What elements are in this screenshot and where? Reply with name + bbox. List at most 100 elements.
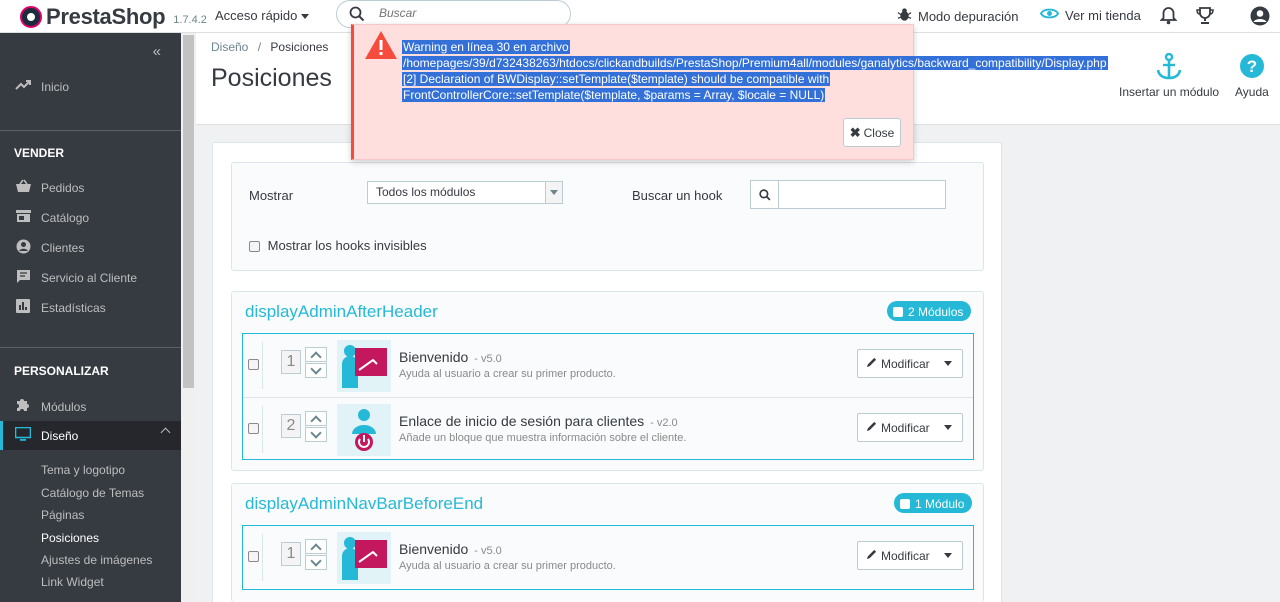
breadcrumb-current: Posiciones (270, 40, 329, 54)
module-filter-select[interactable]: Todos los módulos (367, 181, 563, 204)
collapse-sidebar-icon[interactable]: « (153, 43, 161, 60)
sidebar-item-catalog[interactable]: Catálogo (14, 209, 89, 226)
module-checkbox[interactable] (248, 423, 259, 434)
sidebar-item-label: Inicio (41, 79, 70, 94)
user-icon[interactable] (1250, 6, 1270, 29)
bar-chart-icon (14, 299, 32, 316)
hook-title[interactable]: displayAdminNavBarBeforeEnd (245, 494, 483, 514)
hook-search-field[interactable] (750, 180, 946, 209)
sidebar-item-home[interactable]: Inicio (14, 79, 69, 94)
sidebar-item-label: Clientes (41, 241, 85, 255)
eye-icon (1039, 7, 1060, 23)
hook-search-input[interactable] (783, 186, 933, 201)
search-hook-label: Buscar un hook (632, 188, 723, 203)
move-down-button[interactable] (305, 555, 327, 570)
modify-label: Modificar (881, 356, 930, 371)
show-label: Mostrar (249, 188, 294, 203)
caret-down-icon[interactable] (934, 414, 962, 441)
logo[interactable]: PrestaShop 1.7.4.2 (20, 4, 207, 30)
module-checkbox[interactable] (248, 551, 259, 562)
anchor-icon (1119, 52, 1219, 85)
submenu-item-link-widget[interactable]: Link Widget (41, 575, 104, 589)
sidebar-item-customers[interactable]: Clientes (14, 239, 84, 257)
pencil-icon (866, 357, 877, 371)
sidebar-item-stats[interactable]: Estadísticas (14, 299, 106, 316)
insert-module-button[interactable]: Insertar un módulo (1119, 52, 1220, 99)
position-number: 1 (281, 542, 301, 566)
page-title: Posiciones (211, 64, 332, 92)
move-up-button[interactable] (305, 539, 327, 554)
submenu-item-theme[interactable]: Tema y logotipo (41, 463, 125, 477)
sidebar-section-sell: VENDER (14, 146, 65, 160)
caret-down-icon[interactable] (934, 350, 962, 377)
show-invisible-hooks[interactable]: Mostrar los hooks invisibles (249, 238, 427, 253)
pencil-icon (866, 549, 877, 563)
position-arrows (305, 539, 327, 571)
brand-name: PrestaShop (46, 4, 166, 29)
module-row: 1 Bienvenido - v5.0 Ayuda al usuario a cr… (243, 334, 973, 397)
position-arrows (305, 347, 327, 379)
sidebar-item-modules[interactable]: Módulos (14, 397, 86, 416)
basket-icon (14, 179, 32, 196)
quick-access-dropdown[interactable]: Acceso rápido (215, 8, 310, 23)
close-icon: ✖ (849, 124, 861, 140)
caret-down-icon (301, 14, 310, 20)
account-circle-icon (14, 239, 32, 257)
chat-icon (14, 269, 32, 287)
scrollbar-thumb[interactable] (183, 35, 194, 388)
module-name-text: Enlace de inicio de sesión para clientes (399, 413, 645, 429)
module-version: - v5.0 (474, 545, 502, 557)
scrollbar[interactable] (181, 33, 196, 602)
modify-button[interactable]: Modificar (857, 413, 963, 442)
move-up-button[interactable] (305, 347, 327, 362)
debug-mode-label: Modo depuración (918, 8, 1019, 24)
caret-down-icon[interactable] (934, 542, 962, 569)
modify-button[interactable]: Modificar (857, 349, 963, 378)
sidebar-item-label: Estadísticas (41, 300, 106, 315)
close-button[interactable]: ✖ Close (843, 118, 901, 147)
move-down-button[interactable] (305, 363, 327, 378)
breadcrumb-separator: / (257, 40, 262, 54)
warning-message: Warning en línea 30 en archivo /homepage… (402, 39, 1112, 103)
sidebar-item-design[interactable]: Diseño (14, 426, 78, 444)
sidebar-section-customize: PERSONALIZAR (14, 364, 109, 378)
insert-module-label: Insertar un módulo (1119, 85, 1220, 99)
module-count-badge: 1 Módulo (894, 493, 973, 513)
submenu-item-theme-catalog[interactable]: Catálogo de Temas (41, 486, 144, 500)
move-down-button[interactable] (305, 427, 327, 442)
sidebar-item-customer-service[interactable]: Servicio al Cliente (14, 269, 137, 287)
help-button[interactable]: ? Ayuda (1235, 53, 1269, 99)
bell-icon[interactable] (1159, 6, 1178, 28)
divider (0, 347, 181, 348)
breadcrumb: Diseño / Posiciones (211, 40, 328, 54)
modify-button[interactable]: Modificar (857, 541, 963, 570)
trophy-icon[interactable] (1196, 6, 1214, 28)
pencil-icon (866, 421, 877, 435)
module-filter-value: Todos los módulos (376, 185, 476, 199)
module-list: 1 Bienvenido - v5.0 Ayuda al usuario a cr… (242, 333, 974, 460)
show-invisible-checkbox[interactable] (249, 241, 260, 253)
view-store-link[interactable]: Ver mi tienda (1039, 7, 1141, 23)
module-checkbox[interactable] (248, 359, 259, 370)
breadcrumb-parent[interactable]: Diseño (211, 40, 248, 54)
debug-mode-link[interactable]: Modo depuración (897, 7, 1018, 25)
divider (262, 534, 263, 581)
search-input[interactable] (379, 6, 549, 20)
close-label: Close (863, 125, 895, 140)
module-list: 1 Bienvenido - v5.0 Ayuda al usuario a cr… (242, 525, 974, 590)
store-icon (14, 209, 32, 226)
submenu-item-image-settings[interactable]: Ajustes de imágenes (41, 553, 152, 567)
divider (0, 130, 181, 131)
submenu-item-positions[interactable]: Posiciones (41, 531, 99, 545)
square-icon (900, 499, 910, 509)
sidebar-item-label: Módulos (41, 399, 87, 414)
hook-title[interactable]: displayAdminAfterHeader (245, 302, 438, 322)
submenu-item-pages[interactable]: Páginas (41, 508, 84, 522)
module-version: - v5.0 (474, 353, 502, 365)
move-up-button[interactable] (305, 411, 327, 426)
help-label: Ayuda (1235, 85, 1269, 99)
module-version: - v2.0 (650, 417, 678, 429)
sidebar-item-orders[interactable]: Pedidos (14, 179, 84, 196)
warning-line: [2] Declaration of BWDisplay::setTemplat… (402, 72, 831, 86)
customer-signin-module-icon (337, 404, 391, 456)
